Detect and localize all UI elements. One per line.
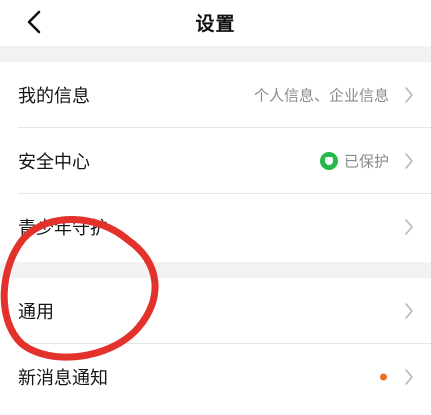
settings-group-1: 我的信息 个人信息、企业信息 安全中心 已保护 青少年守护: [0, 62, 431, 262]
chevron-right-icon: [405, 219, 413, 235]
settings-item-label: 新消息通知: [18, 368, 108, 389]
settings-item-my-info[interactable]: 我的信息 个人信息、企业信息: [0, 62, 431, 128]
chevron-right-icon: [405, 369, 413, 385]
shield-check-icon: [320, 152, 338, 170]
settings-item-youth-guardian[interactable]: 青少年守护: [0, 194, 431, 260]
page-title: 设置: [195, 13, 236, 35]
settings-item-security-center[interactable]: 安全中心 已保护: [0, 128, 431, 194]
settings-item-value: 已保护: [343, 152, 389, 171]
settings-item-label: 青少年守护: [18, 218, 108, 239]
header-bar: 设置: [0, 0, 431, 46]
settings-item-general[interactable]: 通用: [0, 278, 431, 344]
settings-item-value: 个人信息、企业信息: [253, 86, 389, 105]
settings-item-label: 安全中心: [18, 152, 90, 173]
settings-item-label: 我的信息: [18, 86, 90, 107]
settings-group-2: 通用 新消息通知: [0, 278, 431, 415]
settings-item-label: 通用: [18, 302, 54, 323]
red-dot-badge: [380, 373, 387, 381]
settings-item-new-message-notification[interactable]: 新消息通知: [0, 344, 431, 410]
chevron-right-icon: [405, 153, 413, 169]
chevron-right-icon: [405, 87, 413, 103]
chevron-right-icon: [405, 303, 413, 319]
